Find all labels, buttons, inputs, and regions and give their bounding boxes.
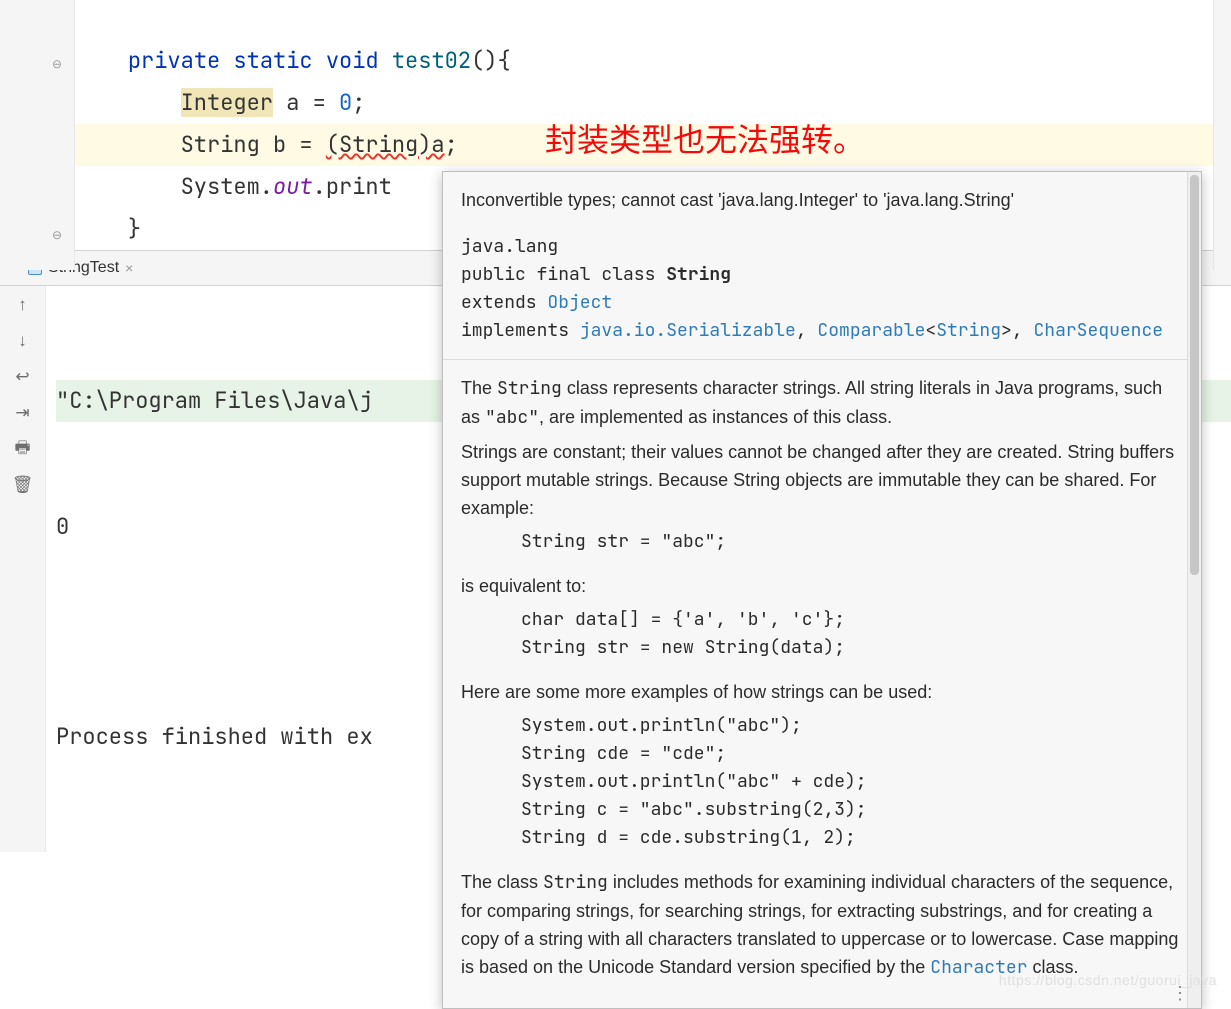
print-icon[interactable]: 🖶	[12, 438, 34, 460]
watermark: https://blog.csdn.net/guorui_java	[999, 972, 1217, 988]
doc-body: The String class represents character st…	[443, 359, 1201, 1008]
code-line[interactable]: private static void test02(){	[75, 40, 1231, 82]
close-icon[interactable]: ×	[125, 260, 133, 276]
editor-gutter: ⊖ ⊖	[0, 0, 75, 270]
fold-icon[interactable]: ⊖	[48, 55, 66, 73]
scrollbar-thumb[interactable]	[1190, 175, 1199, 575]
trash-icon[interactable]: 🗑	[12, 474, 34, 496]
error-message: Inconvertible types; cannot cast 'java.l…	[443, 172, 1201, 223]
link-charsequence[interactable]: CharSequence	[1033, 319, 1163, 342]
fold-icon[interactable]: ⊖	[48, 226, 66, 244]
class-signature: java.lang public final class String exte…	[443, 223, 1201, 359]
code-example: String str = "abc";	[521, 528, 1183, 556]
editor-right-gutter	[1213, 0, 1231, 270]
annotation-overlay: 封装类型也无法强转。	[545, 115, 865, 161]
down-icon[interactable]: ↓	[12, 330, 34, 352]
code-example: System.out.println("abc"); String cde = …	[521, 712, 1183, 852]
more-icon[interactable]: ⋮	[1171, 990, 1189, 996]
wrap-icon[interactable]: ↩	[12, 366, 34, 388]
up-icon[interactable]: ↑	[12, 294, 34, 316]
link-object[interactable]: Object	[547, 291, 612, 314]
scroll-to-end-icon[interactable]: ⇥	[12, 402, 34, 424]
link-serializable[interactable]: java.io.Serializable	[580, 319, 796, 342]
doc-scrollbar[interactable]	[1187, 172, 1201, 1008]
link-comparable[interactable]: Comparable	[817, 319, 925, 342]
code-example: char data[] = {'a', 'b', 'c'}; String st…	[521, 606, 1183, 662]
documentation-popup[interactable]: Inconvertible types; cannot cast 'java.l…	[442, 171, 1202, 1009]
link-string[interactable]: String	[936, 319, 1001, 342]
console-toolbar: ↑ ↓ ↩ ⇥ 🖶 🗑	[0, 286, 46, 852]
